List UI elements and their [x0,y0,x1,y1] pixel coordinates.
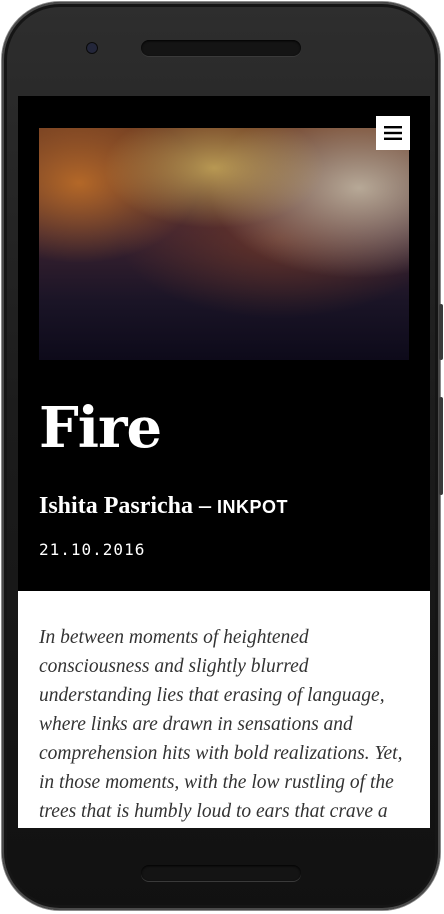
publish-date: 21.10.2016 [39,540,146,559]
article-title: Fire [39,395,162,461]
volume-button [439,304,443,360]
front-camera [87,43,97,53]
hamburger-menu-icon [384,126,402,140]
phone-frame: Fire Ishita Pasricha – INKPOT 21.10.2016… [2,2,443,910]
article-excerpt: In between moments of heightened conscio… [39,627,403,822]
byline-separator: – [199,493,212,519]
hero-image [39,128,409,360]
article-body: In between moments of heightened conscio… [18,591,430,828]
phone-screen: Fire Ishita Pasricha – INKPOT 21.10.2016… [18,96,430,828]
earpiece-speaker [141,40,301,56]
publication-name[interactable]: INKPOT [217,497,288,517]
byline: Ishita Pasricha – INKPOT [39,492,288,521]
power-button [439,397,443,495]
bottom-speaker [141,865,301,881]
menu-button[interactable] [376,116,410,150]
author-name[interactable]: Ishita Pasricha [39,493,193,519]
article-header: Fire Ishita Pasricha – INKPOT 21.10.2016 [18,96,430,591]
